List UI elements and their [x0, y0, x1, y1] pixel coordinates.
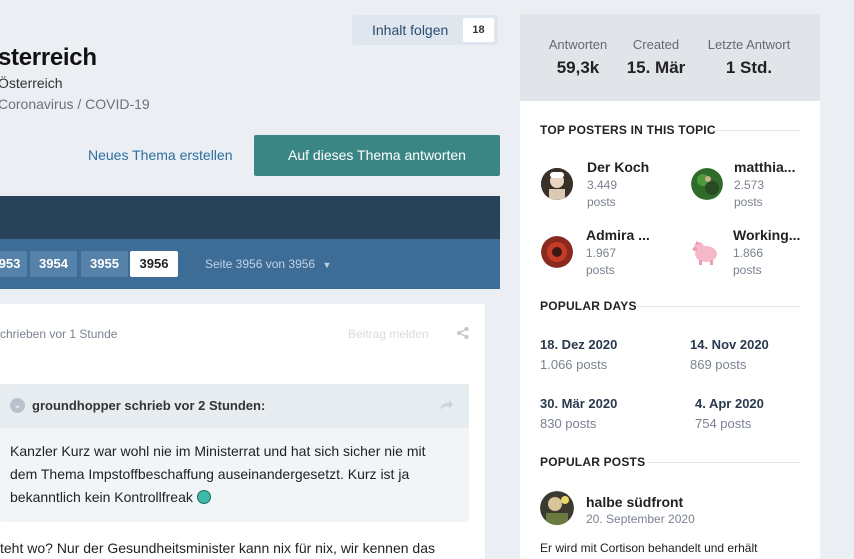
popular-day-count: 869 posts: [690, 357, 747, 372]
new-topic-button[interactable]: Neues Thema erstellen: [88, 147, 232, 163]
poster-name[interactable]: Admira ...: [586, 227, 650, 243]
quote-author: groundhopper schrieb vor 2 Stunden:: [32, 398, 266, 413]
poster-count-unit: posts: [734, 195, 763, 209]
stat-value: 59,3k: [556, 58, 600, 77]
laughing-emoji-icon: [196, 490, 211, 504]
follow-label: Inhalt folgen: [372, 22, 449, 38]
page-jump-dropdown[interactable]: Seite 3956 von 3956 ▼: [205, 257, 331, 271]
popular-post-author[interactable]: halbe südfront: [586, 494, 683, 510]
page-button-active[interactable]: 3956: [130, 251, 178, 277]
avatar-image: [540, 491, 574, 525]
poster-post-count: 1.866 posts: [733, 245, 763, 279]
section-divider: [647, 462, 800, 463]
stat-value: 1 Std.: [725, 58, 773, 77]
section-divider: [637, 306, 800, 307]
poster-count-unit: posts: [586, 263, 615, 277]
pig-icon: [689, 236, 721, 268]
avatar[interactable]: [689, 236, 721, 268]
avatar-image: [541, 236, 573, 268]
popular-day-count: 830 posts: [540, 416, 597, 431]
poster-post-count: 2.573 posts: [734, 177, 764, 211]
poster-count-value: 1.866: [733, 246, 764, 260]
stat-label: Created: [632, 37, 680, 52]
page-of-label: Seite 3956 von 3956: [205, 257, 316, 271]
quote-line: Kanzler Kurz war wohl nie im Ministerrat…: [10, 443, 426, 459]
topic-header-bar: [0, 196, 500, 239]
poster-name[interactable]: matthia...: [734, 159, 795, 175]
category-link[interactable]: Coronavirus / COVID-19: [0, 96, 150, 112]
follower-count-badge: 18: [463, 18, 494, 42]
quote-line-wrap: bekanntlich kein Kontrollfreak: [10, 486, 450, 509]
poster-name[interactable]: Der Koch: [587, 159, 649, 175]
avatar-image: [541, 168, 573, 200]
caret-down-icon: ▼: [322, 260, 332, 270]
page-button[interactable]: 3954: [30, 251, 77, 277]
avatar[interactable]: [691, 168, 723, 200]
popular-day-count: 1.066 posts: [540, 357, 608, 372]
avatar[interactable]: [541, 236, 573, 268]
avatar[interactable]: [541, 168, 573, 200]
quote-line: bekanntlich kein Kontrollfreak: [10, 489, 193, 505]
report-post-link[interactable]: Beitrag melden: [348, 327, 429, 341]
post-body: teht wo? Nur der Gesundheitsminister kan…: [0, 540, 435, 556]
poster-name[interactable]: Working...: [733, 227, 800, 243]
popular-day-date[interactable]: 30. Mär 2020: [540, 396, 617, 411]
popular-posts-heading: POPULAR POSTS: [540, 455, 646, 469]
page-button[interactable]: 953: [0, 251, 27, 277]
quote-text: Kanzler Kurz war wohl nie im Ministerrat…: [10, 440, 450, 509]
poster-count-value: 3.449: [587, 178, 618, 192]
share-icon[interactable]: [456, 326, 470, 340]
quote-line: dem Thema Impstoffbeschaffung auseinande…: [10, 466, 410, 482]
page-title: sterreich: [0, 44, 97, 71]
stat-label: Antworten: [548, 37, 608, 52]
popular-day-date[interactable]: 14. Nov 2020: [690, 337, 769, 352]
poster-count-value: 1.967: [586, 246, 617, 260]
page-button[interactable]: 3955: [81, 251, 128, 277]
avatar-image: [691, 168, 723, 200]
post-timestamp: chrieben vor 1 Stunde: [0, 327, 118, 341]
poster-count-unit: posts: [587, 195, 616, 209]
quote-link-arrow-icon[interactable]: [438, 398, 454, 412]
forum-link[interactable]: Österreich: [0, 75, 63, 91]
stat-label: Letzte Antwort: [707, 37, 791, 52]
section-divider: [710, 130, 800, 131]
poster-post-count: 3.449 posts: [587, 177, 617, 211]
popular-day-count: 754 posts: [695, 416, 752, 431]
reply-topic-button[interactable]: Auf dieses Thema antworten: [254, 135, 500, 176]
popular-post-excerpt[interactable]: Er wird mit Cortison behandelt und erhäl…: [540, 541, 757, 555]
avatar[interactable]: [540, 491, 574, 525]
popular-post-date: 20. September 2020: [586, 512, 695, 526]
collapse-chevron-icon[interactable]: ⌄: [10, 398, 25, 413]
stat-value: 15. Mär: [626, 58, 686, 77]
popular-day-date[interactable]: 4. Apr 2020: [695, 396, 764, 411]
poster-post-count: 1.967 posts: [586, 245, 616, 279]
poster-count-value: 2.573: [734, 178, 765, 192]
poster-count-unit: posts: [733, 263, 762, 277]
top-posters-heading: TOP POSTERS IN THIS TOPIC: [540, 123, 716, 137]
follow-button[interactable]: Inhalt folgen 18: [352, 15, 498, 45]
popular-day-date[interactable]: 18. Dez 2020: [540, 337, 617, 352]
popular-days-heading: POPULAR DAYS: [540, 299, 637, 313]
